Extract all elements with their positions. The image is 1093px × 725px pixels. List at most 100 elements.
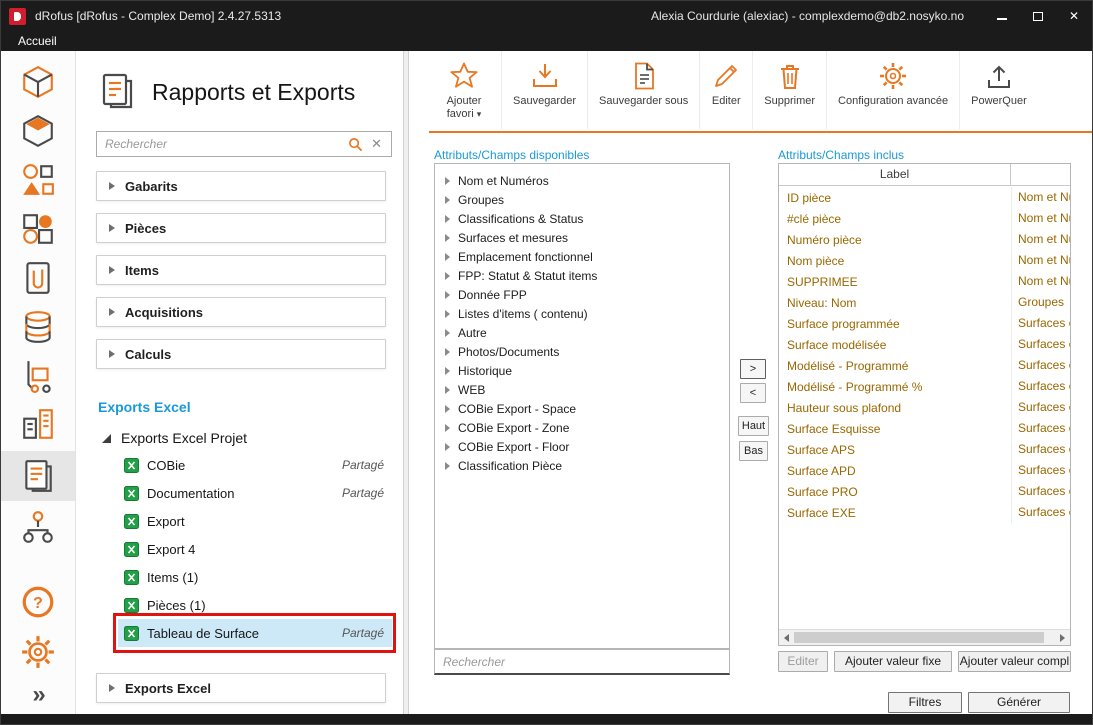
dropdown-caret-icon: ▾ [477, 109, 482, 119]
available-fields-panel: Nom et Numéros Groupes Classifications &… [434, 163, 730, 649]
available-group[interactable]: COBie Export - Zone [435, 418, 729, 437]
tree-item-pieces-1[interactable]: Pièces (1) [118, 591, 392, 619]
table-body: ID pièceNom et Numéros #clé pièceNom et … [779, 187, 1070, 629]
statusbar [1, 714, 1092, 725]
scroll-left-icon[interactable] [779, 630, 794, 645]
filters-button[interactable]: Filtres [888, 692, 962, 713]
tab-accueil[interactable]: Accueil [18, 34, 57, 48]
nav-systems[interactable] [1, 206, 75, 252]
section-acquisitions[interactable]: Acquisitions [96, 297, 386, 327]
advanced-config-button[interactable]: Configuration avancée [826, 51, 959, 129]
table-row[interactable]: Numéro pièceNom et Numéros [779, 229, 1070, 250]
available-group[interactable]: Listes d'items ( contenu) [435, 304, 729, 323]
table-row[interactable]: Surface APDSurfaces et mesures [779, 460, 1070, 481]
clear-search-icon[interactable]: ✕ [371, 136, 382, 152]
table-row[interactable]: Surface APSSurfaces et mesures [779, 439, 1070, 460]
section-pieces[interactable]: Pièces [96, 213, 386, 243]
items-box-icon [20, 113, 56, 149]
add-complex-value-button[interactable]: Ajouter valeur compl [958, 651, 1071, 672]
nav-logistics[interactable] [1, 353, 75, 399]
add-fixed-value-button[interactable]: Ajouter valeur fixe [834, 651, 952, 672]
close-button[interactable]: ✕ [1056, 1, 1092, 31]
section-items[interactable]: Items [96, 255, 386, 285]
delete-button[interactable]: Supprimer [752, 51, 826, 129]
section-calculs[interactable]: Calculs [96, 339, 386, 369]
tree-item-export-4[interactable]: Export 4 [118, 535, 392, 563]
available-group[interactable]: Historique [435, 361, 729, 380]
label-column-header[interactable]: Label [779, 164, 1011, 185]
available-group[interactable]: Nom et Numéros [435, 171, 729, 190]
maximize-button[interactable] [1020, 1, 1056, 31]
edit-button[interactable]: Editer [699, 51, 752, 129]
tree-item-tableau-de-surface[interactable]: Tableau de Surface Partagé [118, 619, 392, 647]
gear-settings-icon [878, 57, 908, 91]
available-group[interactable]: Autre [435, 323, 729, 342]
nav-reports[interactable] [1, 451, 75, 501]
move-right-button[interactable]: > [740, 359, 766, 379]
table-row[interactable]: SUPPRIMEENom et Numéros [779, 271, 1070, 292]
nav-models[interactable] [1, 157, 75, 203]
nav-settings[interactable] [1, 629, 75, 675]
available-group[interactable]: COBie Export - Floor [435, 437, 729, 456]
search-icon[interactable] [348, 137, 363, 152]
available-search-input[interactable] [435, 655, 729, 669]
table-row[interactable]: #clé pièceNom et Numéros [779, 208, 1070, 229]
edit-value-button[interactable]: Editer [778, 651, 828, 672]
scrollbar-thumb[interactable] [794, 632, 1044, 643]
horizontal-scrollbar[interactable] [779, 629, 1070, 645]
save-as-button[interactable]: Sauvegarder sous [587, 51, 699, 129]
available-group[interactable]: COBie Export - Space [435, 399, 729, 418]
table-row[interactable]: Hauteur sous plafondSurfaces et mesures [779, 397, 1070, 418]
tree-item-cobie[interactable]: COBie Partagé [118, 451, 392, 479]
table-row[interactable]: Surface EXESurfaces et mesures [779, 502, 1070, 523]
settings-gear-icon [20, 634, 56, 670]
table-row[interactable]: Niveau: NomGroupes [779, 292, 1070, 313]
reports-search-input[interactable] [97, 137, 348, 151]
table-row[interactable]: Surface EsquisseSurfaces et mesures [779, 418, 1070, 439]
tree-item-export[interactable]: Export [118, 507, 392, 535]
minimize-button[interactable] [984, 1, 1020, 31]
section-exports-excel[interactable]: Exports Excel [96, 673, 386, 703]
scroll-right-icon[interactable] [1055, 630, 1070, 645]
nav-expand[interactable]: » [1, 679, 75, 711]
move-left-button[interactable]: < [740, 383, 766, 403]
table-row[interactable]: Modélisé - ProgramméSurfaces et mesures [779, 355, 1070, 376]
nav-buildings[interactable] [1, 401, 75, 447]
table-row[interactable]: Nom pièceNom et Numéros [779, 250, 1070, 271]
nav-organization[interactable] [1, 504, 75, 550]
available-group[interactable]: Classification Pièce [435, 456, 729, 475]
add-favorite-button[interactable]: Ajouter favori ▾ [427, 51, 501, 129]
available-group[interactable]: FPP: Statut & Statut items [435, 266, 729, 285]
move-up-button[interactable]: Haut [738, 416, 769, 436]
tree-node-exports-excel-projet[interactable]: Exports Excel Projet [102, 425, 392, 451]
nav-help[interactable]: ? [1, 579, 75, 625]
tree-item-items-1[interactable]: Items (1) [118, 563, 392, 591]
available-group[interactable]: Classifications & Status [435, 209, 729, 228]
excel-file-icon [124, 542, 139, 557]
nav-rooms[interactable] [1, 59, 75, 105]
table-row[interactable]: Surface PROSurfaces et mesures [779, 481, 1070, 502]
table-row[interactable]: Modélisé - Programmé %Surfaces et mesure… [779, 376, 1070, 397]
available-group[interactable]: Emplacement fonctionnel [435, 247, 729, 266]
move-down-button[interactable]: Bas [739, 441, 768, 461]
shared-badge: Partagé [342, 626, 384, 640]
nav-items[interactable] [1, 108, 75, 154]
nav-attachments[interactable] [1, 255, 75, 301]
chevron-right-icon [445, 234, 450, 242]
section-gabarits[interactable]: Gabarits [96, 171, 386, 201]
available-group[interactable]: Donnée FPP [435, 285, 729, 304]
group-column-header[interactable] [1011, 164, 1070, 185]
available-group[interactable]: Surfaces et mesures [435, 228, 729, 247]
tree-item-documentation[interactable]: Documentation Partagé [118, 479, 392, 507]
generate-button[interactable]: Générer [968, 692, 1070, 713]
table-row[interactable]: Surface modéliséeSurfaces et mesures [779, 334, 1070, 355]
available-group[interactable]: WEB [435, 380, 729, 399]
available-group[interactable]: Groupes [435, 190, 729, 209]
account-info: Alexia Courdurie (alexiac) - complexdemo… [651, 9, 964, 23]
available-group[interactable]: Photos/Documents [435, 342, 729, 361]
table-row[interactable]: ID pièceNom et Numéros [779, 187, 1070, 208]
nav-finance[interactable] [1, 304, 75, 350]
table-row[interactable]: Surface programméeSurfaces et mesures [779, 313, 1070, 334]
save-button[interactable]: Sauvegarder [501, 51, 587, 129]
powerquery-button[interactable]: PowerQuer [959, 51, 1038, 129]
